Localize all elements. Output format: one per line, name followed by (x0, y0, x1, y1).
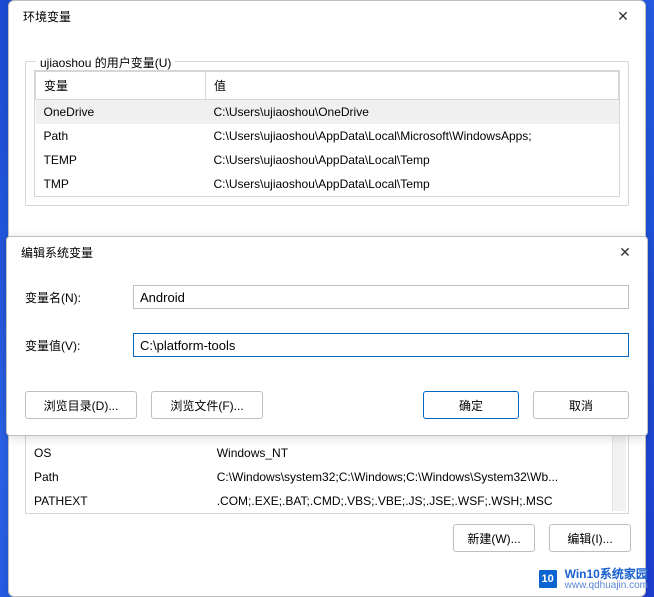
table-row[interactable]: TEMPC:\Users\ujiaoshou\AppData\Local\Tem… (36, 148, 619, 172)
table-row[interactable]: OSWindows_NT (26, 441, 628, 465)
close-icon[interactable]: ✕ (609, 6, 637, 26)
var-name-cell: TEMP (36, 148, 206, 172)
var-value-cell: C:\Windows\system32;C:\Windows;C:\Window… (209, 465, 628, 489)
user-vars-label: ujiaoshou 的用户变量(U) (36, 54, 175, 71)
var-name-cell: OS (26, 441, 209, 465)
var-value-label: 变量值(V): (25, 337, 133, 354)
var-value-cell: .COM;.EXE;.BAT;.CMD;.VBS;.VBE;.JS;.JSE;.… (209, 489, 628, 513)
main-titlebar: 环境变量 ✕ (9, 1, 645, 31)
edit-dialog-title: 编辑系统变量 (21, 244, 93, 261)
user-vars-table[interactable]: 变量 值 OneDriveC:\Users\ujiaoshou\OneDrive… (35, 71, 619, 196)
var-name-cell: TMP (36, 172, 206, 196)
table-row[interactable]: OneDriveC:\Users\ujiaoshou\OneDrive (36, 100, 619, 125)
var-value-cell: C:\Users\ujiaoshou\OneDrive (206, 100, 619, 125)
var-value-input[interactable] (133, 333, 629, 357)
cancel-button[interactable]: 取消 (533, 391, 629, 419)
edit-sys-var-dialog: 编辑系统变量 ✕ 变量名(N): 变量值(V): 浏览目录(D)... 浏览文件… (6, 236, 648, 436)
var-value-cell: Windows_NT (209, 441, 628, 465)
watermark-line1: Win10系统家园 (565, 568, 648, 581)
col-header-var[interactable]: 变量 (36, 72, 206, 100)
main-title: 环境变量 (23, 8, 71, 25)
edit-dialog-titlebar: 编辑系统变量 ✕ (7, 237, 647, 267)
edit-dialog-buttons: 浏览目录(D)... 浏览文件(F)... 确定 取消 (7, 385, 647, 435)
watermark-line2: www.qdhuajin.com (565, 581, 648, 592)
var-value-cell: C:\Users\ujiaoshou\AppData\Local\Temp (206, 148, 619, 172)
var-name-cell: Path (36, 124, 206, 148)
table-row[interactable]: PATHEXT.COM;.EXE;.BAT;.CMD;.VBS;.VBE;.JS… (26, 489, 628, 513)
table-row[interactable]: PathC:\Users\ujiaoshou\AppData\Local\Mic… (36, 124, 619, 148)
var-name-label: 变量名(N): (25, 289, 133, 306)
table-row[interactable]: PathC:\Windows\system32;C:\Windows;C:\Wi… (26, 465, 628, 489)
edit-sys-var-button[interactable]: 编辑(I)... (549, 524, 631, 552)
var-value-row: 变量值(V): (25, 333, 629, 357)
close-icon[interactable]: ✕ (611, 242, 639, 262)
ok-button[interactable]: 确定 (423, 391, 519, 419)
var-name-cell: Path (26, 465, 209, 489)
var-value-cell: C:\Users\ujiaoshou\AppData\Local\Temp (206, 172, 619, 196)
var-name-row: 变量名(N): (25, 285, 629, 309)
table-row[interactable]: TMPC:\Users\ujiaoshou\AppData\Local\Temp (36, 172, 619, 196)
browse-file-button[interactable]: 浏览文件(F)... (151, 391, 263, 419)
browse-dir-button[interactable]: 浏览目录(D)... (25, 391, 137, 419)
sys-buttons-row: 新建(W)... 编辑(I)... (9, 514, 645, 564)
var-name-cell: OneDrive (36, 100, 206, 125)
new-sys-var-button[interactable]: 新建(W)... (453, 524, 535, 552)
var-value-cell: C:\Users\ujiaoshou\AppData\Local\Microso… (206, 124, 619, 148)
var-name-input[interactable] (133, 285, 629, 309)
watermark-icon: 10 (537, 568, 559, 590)
watermark: 10 Win10系统家园 www.qdhuajin.com (537, 568, 648, 591)
col-header-val[interactable]: 值 (206, 72, 619, 100)
var-name-cell: PATHEXT (26, 489, 209, 513)
user-vars-group: ujiaoshou 的用户变量(U) 变量 值 OneDriveC:\Users… (25, 61, 629, 206)
